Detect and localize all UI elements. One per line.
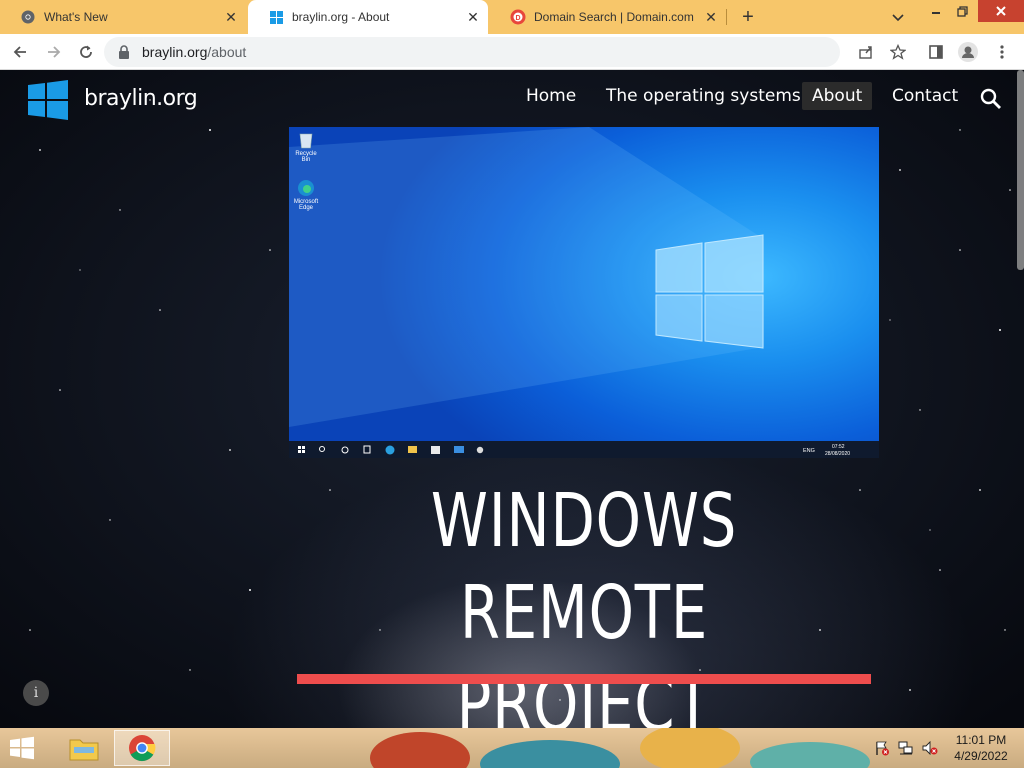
network-icon[interactable]: [898, 740, 914, 756]
tab-braylin-about[interactable]: braylin.org - About ✕: [248, 0, 488, 34]
side-panel-icon[interactable]: [924, 40, 948, 64]
search-icon[interactable]: [980, 88, 1002, 110]
info-icon[interactable]: i: [23, 680, 49, 706]
close-tab-icon[interactable]: ✕: [222, 8, 240, 26]
nav-home[interactable]: Home: [526, 86, 576, 106]
close-tab-icon[interactable]: ✕: [464, 8, 482, 26]
nav-about[interactable]: About: [802, 82, 873, 110]
tab-title: Domain Search | Domain.com: [534, 10, 694, 24]
new-tab-button[interactable]: +: [736, 5, 760, 29]
web-page: braylin.org Home The operating systems A…: [0, 70, 1024, 728]
forward-button[interactable]: [42, 40, 66, 64]
action-center-flag-icon[interactable]: [874, 740, 890, 756]
hero-title-line-1: WINDOWS REMOTE: [430, 478, 738, 656]
svg-text:D: D: [515, 15, 520, 22]
chrome-icon: [20, 9, 36, 25]
address-bar[interactable]: braylin.org/about: [104, 37, 906, 67]
clock-time: 11:01 PM: [955, 733, 1007, 747]
hero-windows-taskbar: ENG 07:52 28/08/2020: [289, 441, 879, 458]
browser-tab-strip: What's New ✕ braylin.org - About ✕ D Dom…: [0, 0, 1024, 34]
bookmark-star-icon[interactable]: [886, 40, 910, 64]
close-window-button[interactable]: [978, 0, 1024, 22]
domain-com-icon: D: [510, 9, 526, 25]
hero-accent-bar: [297, 674, 871, 684]
back-button[interactable]: [8, 40, 32, 64]
tab-search-dropdown-icon[interactable]: [888, 8, 908, 28]
close-tab-icon[interactable]: ✕: [702, 8, 720, 26]
start-button[interactable]: [8, 736, 38, 760]
file-explorer-taskbar-button[interactable]: [56, 730, 112, 766]
volume-muted-icon[interactable]: [922, 740, 938, 756]
lock-icon: [118, 45, 132, 59]
recycle-bin-desktop-icon: Recycle Bin: [291, 131, 321, 163]
windows-logo-icon: [268, 9, 284, 25]
tab-title: braylin.org - About: [292, 10, 390, 24]
svg-text:28/08/2020: 28/08/2020: [825, 451, 850, 457]
chrome-icon: [129, 735, 156, 762]
chrome-taskbar-button[interactable]: [114, 730, 170, 766]
url-text: braylin.org/about: [142, 44, 247, 60]
tab-domain-search[interactable]: D Domain Search | Domain.com ✕: [490, 0, 726, 34]
tab-whats-new[interactable]: What's New ✕: [0, 0, 246, 34]
system-clock[interactable]: 11:01 PM 4/29/2022: [950, 732, 1012, 764]
share-icon[interactable]: [854, 40, 878, 64]
hero-title-line-2: PROJECT: [456, 662, 712, 728]
reload-button[interactable]: [74, 40, 98, 64]
edge-label: Microsoft Edge: [293, 199, 319, 211]
site-name-link[interactable]: braylin.org: [84, 86, 198, 111]
edge-desktop-icon: Microsoft Edge: [291, 179, 321, 211]
tab-title: What's New: [44, 10, 108, 24]
site-windows-logo-icon[interactable]: [28, 80, 68, 120]
svg-text:07:52: 07:52: [832, 444, 845, 450]
hero-title: WINDOWS REMOTE PROJECT: [354, 475, 814, 728]
profile-avatar[interactable]: [956, 40, 980, 64]
restore-button[interactable]: [946, 0, 978, 22]
folder-icon: [69, 739, 99, 761]
browser-toolbar: braylin.org/about: [0, 34, 1024, 70]
svg-text:ENG: ENG: [803, 448, 815, 454]
nav-operating-systems[interactable]: The operating systems: [606, 86, 801, 106]
nav-contact[interactable]: Contact: [892, 86, 958, 106]
windows-taskbar: 11:01 PM 4/29/2022: [0, 728, 1024, 768]
clock-date: 4/29/2022: [954, 749, 1008, 763]
hero-screenshot-image: Recycle Bin Microsoft Edge ENG 07:52 28/…: [289, 127, 879, 458]
page-scrollbar[interactable]: [1017, 70, 1024, 270]
windows-wallpaper: [289, 127, 764, 427]
tab-separator: [726, 9, 727, 25]
recycle-bin-label: Recycle Bin: [295, 151, 317, 163]
taskbar-wallpaper-art: [370, 728, 870, 768]
more-menu-icon[interactable]: [990, 40, 1014, 64]
